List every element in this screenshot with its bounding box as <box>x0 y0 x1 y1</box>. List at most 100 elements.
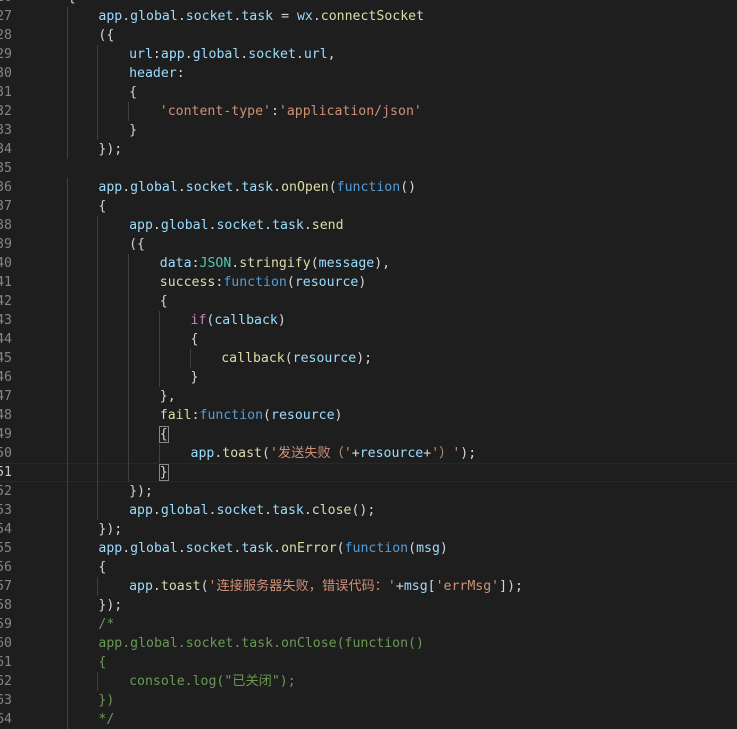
line-number: 28 <box>0 28 12 43</box>
matched-bracket: } <box>158 464 169 481</box>
indent-guide <box>97 45 99 64</box>
code-token: }); <box>98 522 123 537</box>
code-editor[interactable]: 26{27app.global.socket.task = wx.connect… <box>0 0 737 729</box>
code-token: msg <box>416 541 440 556</box>
code-token: { <box>98 560 107 575</box>
code-line[interactable]: 27 app.global.socket.task = wx.connectSoc… <box>0 7 737 26</box>
code-line[interactable]: 39 ({ <box>0 235 737 254</box>
code-token: resource <box>359 446 424 461</box>
code-token: '）' <box>431 446 461 461</box>
indent-guide <box>66 330 68 349</box>
indent-guide <box>66 197 68 216</box>
code-line[interactable]: 41 success:function(resource) <box>0 273 737 292</box>
indent-guide <box>158 368 160 387</box>
code-line[interactable]: 50 app.toast('发送失败（'+resource+'）'); <box>0 444 737 463</box>
code-text: app.global.socket.task = wx.connectSocke… <box>98 7 424 26</box>
code-line[interactable]: 63}) <box>0 691 737 710</box>
code-line[interactable]: 31 { <box>0 83 737 102</box>
code-token: socket <box>216 503 265 518</box>
code-token: : <box>191 408 200 423</box>
code-token: . <box>264 218 273 233</box>
code-line[interactable]: 26 { <box>0 0 737 7</box>
code-line[interactable]: 42 { <box>0 292 737 311</box>
code-line[interactable]: 57 app.toast('连接服务器失败，错误代码：'+msg['errMsg'… <box>0 577 737 596</box>
line-number: 45 <box>0 351 12 366</box>
indent-guide <box>66 235 68 254</box>
code-line[interactable]: 53 app.global.socket.task.close(); <box>0 501 737 520</box>
code-line[interactable]: 36 app.global.socket.task.onOpen(function… <box>0 178 737 197</box>
code-line[interactable]: 56 { <box>0 558 737 577</box>
indent-guide <box>128 102 130 121</box>
line-number: 31 <box>0 85 12 100</box>
code-line[interactable]: 54}); <box>0 520 737 539</box>
indent-guide <box>128 406 130 425</box>
code-line[interactable]: 43 if(callback) <box>0 311 737 330</box>
code-token: . <box>273 180 282 195</box>
code-token: global <box>160 218 209 233</box>
code-token: JSON <box>199 256 232 271</box>
code-line[interactable]: 51} <box>0 463 737 482</box>
indent-guide <box>66 349 68 368</box>
code-line[interactable]: 29 url:app.global.socket.url, <box>0 45 737 64</box>
code-token: + <box>395 579 404 594</box>
indent-guide <box>97 235 99 254</box>
code-line[interactable]: 46} <box>0 368 737 387</box>
code-text: }); <box>98 596 122 615</box>
indent-guide <box>66 121 68 140</box>
code-line[interactable]: 52}); <box>0 482 737 501</box>
indent-guide <box>97 121 99 140</box>
code-line[interactable]: 44 { <box>0 330 737 349</box>
code-token: close <box>311 503 352 518</box>
code-line[interactable]: 64 */ <box>0 710 737 729</box>
code-token: header <box>129 66 177 81</box>
code-line[interactable]: 59 /* <box>0 615 737 634</box>
line-number: 64 <box>0 712 12 727</box>
code-line[interactable]: 49 { <box>0 425 737 444</box>
code-line[interactable]: 35 <box>0 159 737 178</box>
code-line[interactable]: 28 ({ <box>0 26 737 45</box>
code-line[interactable]: 38 app.global.socket.task.send <box>0 216 737 235</box>
line-number: 60 <box>0 636 12 651</box>
code-token: . <box>264 503 273 518</box>
code-line[interactable]: 30 header: <box>0 64 737 83</box>
code-token: : <box>176 66 185 81</box>
code-line[interactable]: 45 callback(resource); <box>0 349 737 368</box>
indent-guide <box>97 254 99 273</box>
indent-guide <box>66 501 68 520</box>
indent-guide <box>66 45 68 64</box>
code-token: global <box>160 503 209 518</box>
code-text: /* <box>98 615 114 634</box>
code-line[interactable]: 61 { <box>0 653 737 672</box>
code-token: + <box>423 446 432 461</box>
indent-guide <box>66 64 68 83</box>
code-token: global <box>192 47 241 62</box>
code-token: . <box>152 503 161 518</box>
code-line[interactable]: 32 'content-type':'application/json' <box>0 102 737 121</box>
line-number: 26 <box>0 0 12 7</box>
indent-guide <box>66 558 68 577</box>
code-line[interactable]: 58}); <box>0 596 737 615</box>
code-line[interactable]: 33} <box>0 121 737 140</box>
indent-guide <box>66 653 68 672</box>
code-token: if <box>190 313 207 328</box>
code-line[interactable]: 34}); <box>0 140 737 159</box>
line-number: 39 <box>0 237 12 252</box>
code-text: app.global.socket.task.onError(function(… <box>98 539 447 558</box>
indent-guide <box>128 463 130 482</box>
code-line[interactable]: 60 app.global.socket.task.onClose(functio… <box>0 634 737 653</box>
code-token: . <box>177 9 186 24</box>
code-line[interactable]: 37 { <box>0 197 737 216</box>
code-token: ( <box>336 541 345 556</box>
code-line[interactable]: 47}, <box>0 387 737 406</box>
indent-guide <box>158 349 160 368</box>
code-line[interactable]: 55 app.global.socket.task.onError(functio… <box>0 539 737 558</box>
code-line[interactable]: 62 console.log("已关闭"); <box>0 672 737 691</box>
code-token: ( <box>408 541 417 556</box>
line-number: 41 <box>0 275 12 290</box>
indent-guide <box>66 7 68 26</box>
code-token: . <box>303 218 312 233</box>
code-text: { <box>129 83 137 102</box>
code-line[interactable]: 48 fail:function(resource) <box>0 406 737 425</box>
code-token: { <box>98 199 107 214</box>
code-line[interactable]: 40 data:JSON.stringify(message), <box>0 254 737 273</box>
